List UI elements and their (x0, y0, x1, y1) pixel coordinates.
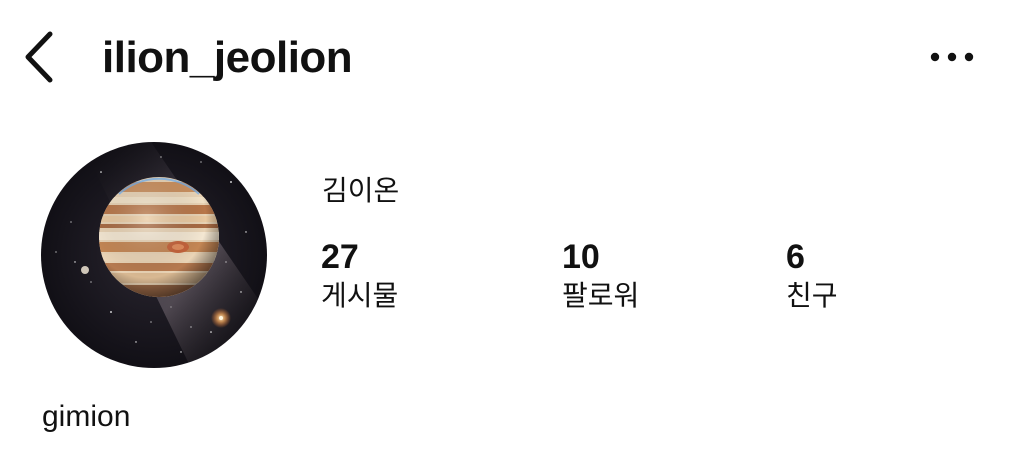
stat-friends-count: 6 (786, 238, 805, 276)
back-button[interactable] (18, 28, 62, 86)
chevron-left-icon (25, 31, 53, 83)
profile-username: ilion_jeolion (102, 33, 353, 82)
avatar[interactable] (41, 142, 267, 368)
stat-followers[interactable]: 10 팔로워 (562, 236, 639, 314)
more-options-button[interactable] (924, 42, 980, 72)
stat-followers-label: 팔로워 (562, 280, 640, 311)
more-horizontal-icon (930, 52, 974, 62)
stat-friends[interactable]: 6 친구 (786, 236, 838, 314)
profile-bio: gimion (42, 400, 131, 433)
stat-posts-label: 게시물 (321, 280, 399, 311)
jupiter-avatar-image (41, 142, 267, 368)
stat-posts-count: 27 (321, 238, 359, 276)
stat-friends-label: 친구 (786, 280, 838, 311)
stat-followers-count: 10 (562, 238, 600, 276)
display-name: 김이온 (322, 175, 400, 206)
stat-posts[interactable]: 27 게시물 (321, 236, 398, 314)
profile-page: ilion_jeolion 김이온 27 게시물 10 팔로워 6 친구 gim… (0, 0, 1024, 472)
